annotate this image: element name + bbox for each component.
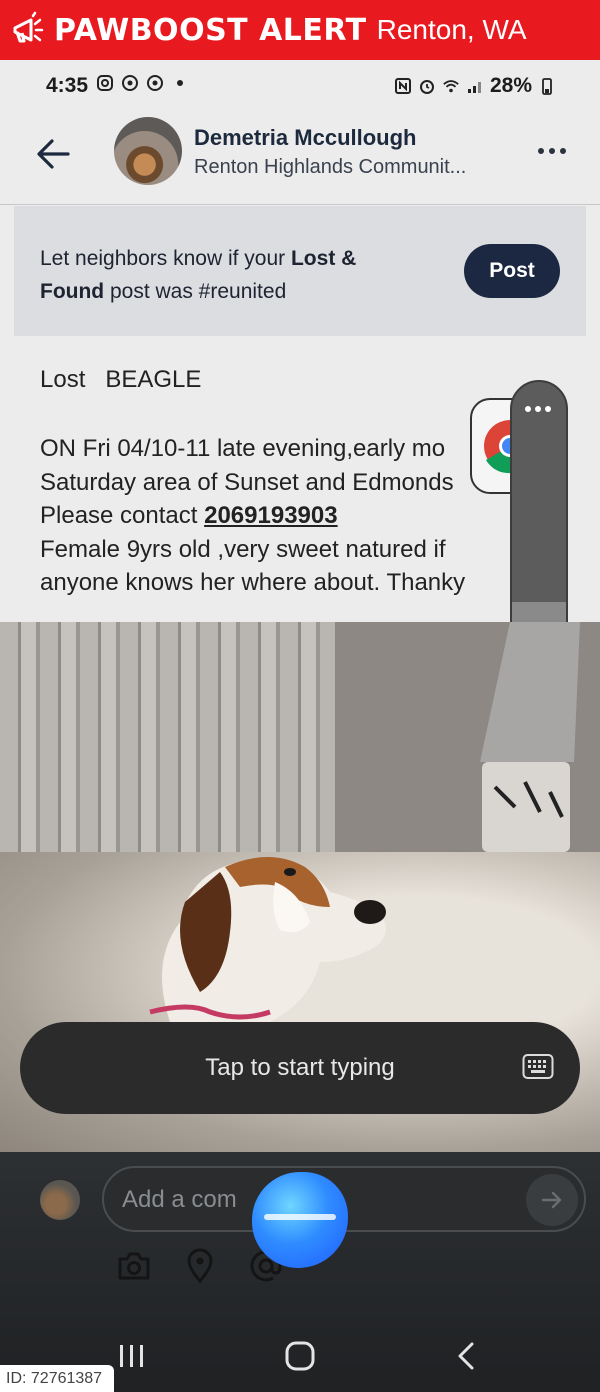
banner-text-part: Let neighbors know if your <box>40 247 291 270</box>
keyboard-icon[interactable] <box>522 1052 554 1082</box>
camera-icon[interactable] <box>116 1248 152 1284</box>
back-button[interactable] <box>32 132 76 176</box>
megaphone-icon <box>0 0 54 60</box>
status-time: 4:35 <box>46 74 89 97</box>
alert-brand: PAWBOOST ALERT <box>54 12 367 48</box>
user-avatar <box>40 1180 80 1220</box>
location-pin-icon[interactable] <box>182 1248 218 1284</box>
home-icon[interactable] <box>280 1336 320 1376</box>
battery-percent: 28% <box>489 74 532 97</box>
banner-bold-part: Lost & <box>290 247 357 270</box>
more-options-button[interactable] <box>538 140 570 162</box>
alarm-icon <box>418 77 436 95</box>
send-button[interactable] <box>526 1174 578 1226</box>
send-arrow-icon <box>541 1191 562 1209</box>
typing-label: Tap to start typing <box>205 1054 395 1081</box>
pawboost-alert-bar: PAWBOOST ALERT Renton, WA <box>0 0 600 60</box>
banner-bold-part: Found <box>40 280 105 303</box>
post-line-text: Please contact <box>40 502 205 529</box>
community-name[interactable]: Renton Highlands Communit... <box>194 156 466 179</box>
wifi-icon <box>442 77 460 95</box>
beagle-dog-image <box>149 857 386 1022</box>
post-title: Lost BEAGLE <box>40 366 202 393</box>
panel-more-icon[interactable] <box>525 406 551 412</box>
author-avatar[interactable] <box>114 117 182 185</box>
author-name[interactable]: Demetria Mccullough <box>194 125 416 151</box>
nfc-icon <box>394 77 412 95</box>
alert-location: Renton, WA <box>376 14 527 45</box>
banner-text-part: post was #reunited <box>104 280 287 303</box>
signal-icon <box>466 77 484 95</box>
header-divider <box>0 204 600 205</box>
arrow-left-icon <box>37 139 70 169</box>
reunited-banner: Let neighbors know if your Lost & Found p… <box>14 206 586 336</box>
instagram-icon <box>96 74 114 92</box>
image-id-label: ID: 72761387 <box>0 1365 115 1392</box>
post-button[interactable]: Post <box>464 244 560 298</box>
notification-dot-icon <box>171 74 189 92</box>
back-nav-icon[interactable] <box>446 1336 486 1376</box>
chrome-icon <box>146 74 164 92</box>
recent-apps-icon[interactable] <box>112 1336 152 1376</box>
banner-text: Let neighbors know if your Lost & Found p… <box>40 242 430 308</box>
comment-tools <box>116 1248 284 1284</box>
phone-link[interactable]: 2069193903 <box>204 502 337 529</box>
battery-icon <box>538 77 556 95</box>
lamp-image <box>480 622 580 882</box>
tap-to-type-overlay[interactable]: Tap to start typing <box>20 1022 580 1114</box>
chrome-icon <box>121 74 139 92</box>
status-bar: 4:35 28% <box>0 62 600 110</box>
